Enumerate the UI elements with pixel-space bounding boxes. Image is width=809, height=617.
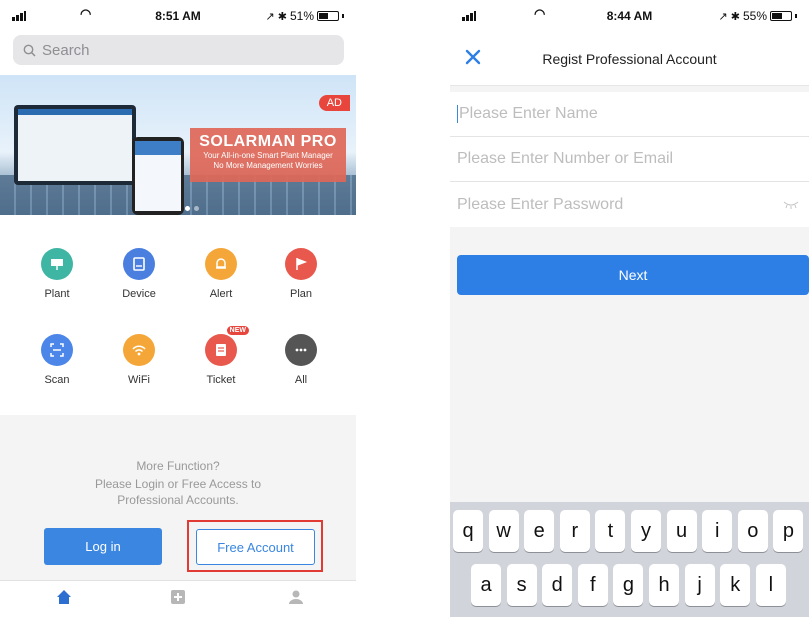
battery-indicator: ↗︎ ✱ 55% [718, 9, 797, 23]
more-function-heading: More Function? [136, 459, 220, 473]
password-placeholder: Please Enter Password [457, 195, 624, 213]
more-icon [285, 334, 317, 366]
home-screen: ◠ 8:51 AM ↗︎ ✱ 51% Search AD SOLARMAN PR… [0, 0, 356, 617]
device-icon [123, 248, 155, 280]
flag-icon [285, 248, 317, 280]
wifi-icon [123, 334, 155, 366]
nav-bar: Regist Professional Account [450, 32, 809, 86]
key-d[interactable]: d [542, 564, 573, 606]
function-label: Alert [209, 288, 233, 300]
home-icon [57, 590, 71, 604]
key-q[interactable]: q [453, 510, 483, 552]
phone-image [132, 137, 184, 215]
tab-home[interactable] [44, 588, 84, 606]
more-function-line-2: Professional Accounts. [117, 493, 239, 507]
status-bar: ◠ 8:51 AM ↗︎ ✱ 51% [0, 0, 356, 32]
search-icon [23, 44, 36, 57]
function-plant[interactable]: Plant [22, 248, 92, 300]
solar-panel-icon [41, 248, 73, 280]
search-input[interactable]: Search [13, 35, 344, 65]
key-o[interactable]: o [737, 510, 768, 552]
tab-user[interactable] [276, 588, 316, 606]
key-s[interactable]: s [506, 564, 537, 606]
next-button[interactable]: Next [457, 255, 809, 295]
key-r[interactable]: r [559, 510, 590, 552]
key-l[interactable]: l [755, 564, 786, 606]
key-t[interactable]: t [595, 510, 626, 552]
function-label: Plant [44, 288, 70, 300]
tab-add[interactable] [158, 588, 198, 606]
tab-bar [0, 580, 356, 617]
key-a[interactable]: a [471, 564, 501, 606]
free-account-button[interactable]: Free Account [196, 529, 315, 565]
battery-icon [770, 11, 792, 21]
eye-closed-icon[interactable] [783, 201, 799, 209]
keyboard: qwertyuiop asdfghjkl [450, 502, 809, 617]
function-wifi[interactable]: WiFi [104, 334, 174, 386]
function-scan[interactable]: Scan [22, 334, 92, 386]
register-form: Please Enter Name Please Enter Number or… [450, 92, 809, 227]
register-screen: ◠ 8:44 AM ↗︎ ✱ 55% Regist Professional A… [450, 0, 809, 617]
login-button[interactable]: Log in [44, 528, 162, 565]
key-k[interactable]: k [720, 564, 751, 606]
page-title: Regist Professional Account [542, 51, 717, 67]
function-alert[interactable]: Alert [186, 248, 256, 300]
carousel-dots [185, 206, 199, 211]
ticket-icon: NEW [205, 326, 249, 366]
key-j[interactable]: j [684, 564, 715, 606]
text-cursor [457, 105, 458, 123]
battery-percent: 55% [742, 9, 767, 23]
promo-subtitle-2: No More Management Worries [213, 161, 323, 170]
function-label: Scan [44, 374, 70, 386]
laptop-image [14, 105, 136, 185]
function-grid: Plant Device Alert Plan Scan WiFi NEW Ti… [0, 215, 356, 415]
function-label: Ticket [206, 374, 236, 386]
promo-subtitle-1: Your All-in-one Smart Plant Manager [203, 151, 333, 160]
search-placeholder: Search [42, 41, 90, 59]
key-g[interactable]: g [613, 564, 644, 606]
name-field[interactable]: Please Enter Name [450, 92, 809, 137]
key-y[interactable]: y [631, 510, 661, 552]
battery-icon [317, 11, 339, 21]
promo-box: SOLARMAN PRO Your All-in-one Smart Plant… [190, 128, 346, 182]
function-ticket[interactable]: NEW Ticket [186, 326, 256, 386]
function-label: Plan [289, 288, 313, 300]
function-plan[interactable]: Plan [266, 248, 336, 300]
key-i[interactable]: i [702, 510, 733, 552]
key-h[interactable]: h [649, 564, 679, 606]
bell-icon [205, 248, 237, 280]
function-label: Device [122, 288, 156, 300]
battery-indicator: ↗︎ ✱ 51% [265, 9, 344, 23]
contact-placeholder: Please Enter Number or Email [457, 150, 674, 167]
name-placeholder: Please Enter Name [459, 105, 598, 122]
more-function-line-1: Please Login or Free Access to [94, 477, 262, 491]
ad-banner[interactable]: AD SOLARMAN PRO Your All-in-one Smart Pl… [0, 75, 356, 215]
ad-tag: AD [318, 95, 350, 111]
number-email-field[interactable]: Please Enter Number or Email [450, 137, 809, 182]
password-field[interactable]: Please Enter Password [450, 182, 809, 227]
function-label: All [294, 374, 308, 386]
user-icon [289, 590, 303, 604]
battery-percent: 51% [289, 9, 314, 23]
key-p[interactable]: p [773, 510, 804, 552]
key-f[interactable]: f [577, 564, 608, 606]
function-all[interactable]: All [266, 334, 336, 386]
promo-title: SOLARMAN PRO [199, 133, 337, 150]
function-label: WiFi [128, 374, 150, 386]
add-icon [171, 590, 185, 604]
key-u[interactable]: u [666, 510, 697, 552]
status-bar: ◠ 8:44 AM ↗︎ ✱ 55% [450, 0, 809, 32]
new-badge: NEW [226, 326, 249, 335]
key-w[interactable]: w [488, 510, 519, 552]
key-e[interactable]: e [524, 510, 555, 552]
function-device[interactable]: Device [104, 248, 174, 300]
scan-icon [41, 334, 73, 366]
